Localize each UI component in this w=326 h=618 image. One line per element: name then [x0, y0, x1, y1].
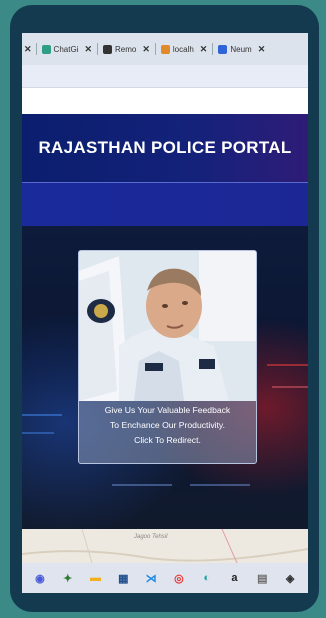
media-icon[interactable]: ◈ — [283, 571, 298, 586]
close-icon[interactable]: ✕ — [84, 44, 92, 55]
browser-screen: ✕ ChatGi ✕ Remo ✕ localh ✕ Neum ✕ RAJAST… — [22, 33, 308, 593]
taskbar: ◉ ✦ ▬ ▦ ⋊ ◎ ◐ a ▤ ◈ — [22, 563, 308, 593]
chrome-icon[interactable]: ◎ — [171, 571, 186, 586]
close-icon[interactable]: ✕ — [200, 44, 208, 55]
notepad-icon[interactable]: ▤ — [255, 571, 270, 586]
amazon-icon[interactable]: a — [227, 571, 242, 586]
feedback-line-3[interactable]: Click To Redirect. — [79, 433, 256, 448]
tab-label: ChatGi — [53, 44, 79, 54]
tab-localhost[interactable]: localh ✕ — [156, 44, 212, 55]
light-streak — [272, 386, 308, 388]
tab-neumorphism[interactable]: Neum ✕ — [213, 44, 270, 55]
officer-photo — [79, 251, 256, 401]
feedback-text: Give Us Your Valuable Feedback To Enchan… — [79, 403, 256, 448]
hero-section: Give Us Your Valuable Feedback To Enchan… — [22, 226, 308, 529]
store-icon[interactable]: ✦ — [60, 571, 75, 586]
chatgpt-favicon-icon — [41, 44, 51, 54]
light-streak — [112, 484, 172, 486]
toolbar-area — [22, 88, 308, 114]
tab-chatgpt[interactable]: ChatGi ✕ — [37, 44, 97, 55]
site-header: RAJASTHAN POLICE PORTAL — [22, 114, 308, 182]
light-streak — [267, 364, 308, 366]
address-bar[interactable] — [22, 65, 308, 88]
map-strip[interactable]: Jagoo Tehsil — [22, 529, 308, 563]
folder-icon[interactable]: ▬ — [88, 571, 103, 586]
light-streak — [22, 414, 62, 416]
tab-label: Neum — [230, 44, 252, 54]
tab-strip: ✕ ChatGi ✕ Remo ✕ localh ✕ Neum ✕ — [22, 33, 308, 65]
feedback-card[interactable]: Give Us Your Valuable Feedback To Enchan… — [78, 250, 257, 464]
tab-label: localh — [172, 44, 194, 54]
tab-remove[interactable]: Remo ✕ — [98, 44, 155, 55]
page-title: RAJASTHAN POLICE PORTAL — [38, 138, 292, 157]
edge-icon[interactable]: ◐ — [199, 571, 214, 586]
calculator-icon[interactable]: ▦ — [116, 571, 131, 586]
close-tab-button[interactable]: ✕ — [22, 44, 36, 55]
chat-icon[interactable]: ◉ — [32, 571, 47, 586]
vscode-icon[interactable]: ⋊ — [144, 571, 159, 586]
close-icon[interactable]: ✕ — [258, 44, 266, 55]
remove-favicon-icon — [103, 44, 112, 54]
nav-band — [22, 182, 308, 227]
tab-label: Remo — [115, 44, 137, 54]
map-label: Jagoo Tehsil — [134, 534, 168, 540]
phone-frame: ✕ ChatGi ✕ Remo ✕ localh ✕ Neum ✕ RAJAST… — [10, 5, 319, 612]
close-icon[interactable]: ✕ — [142, 44, 150, 55]
light-streak — [190, 484, 250, 486]
feedback-line-2: To Enchance Our Productivity. — [110, 420, 225, 430]
officer-illustration-icon — [79, 251, 256, 401]
light-streak — [22, 432, 54, 434]
neumorphism-favicon-icon — [218, 44, 228, 54]
feedback-line-1: Give Us Your Valuable Feedback — [104, 405, 231, 415]
localhost-favicon-icon — [160, 44, 170, 54]
